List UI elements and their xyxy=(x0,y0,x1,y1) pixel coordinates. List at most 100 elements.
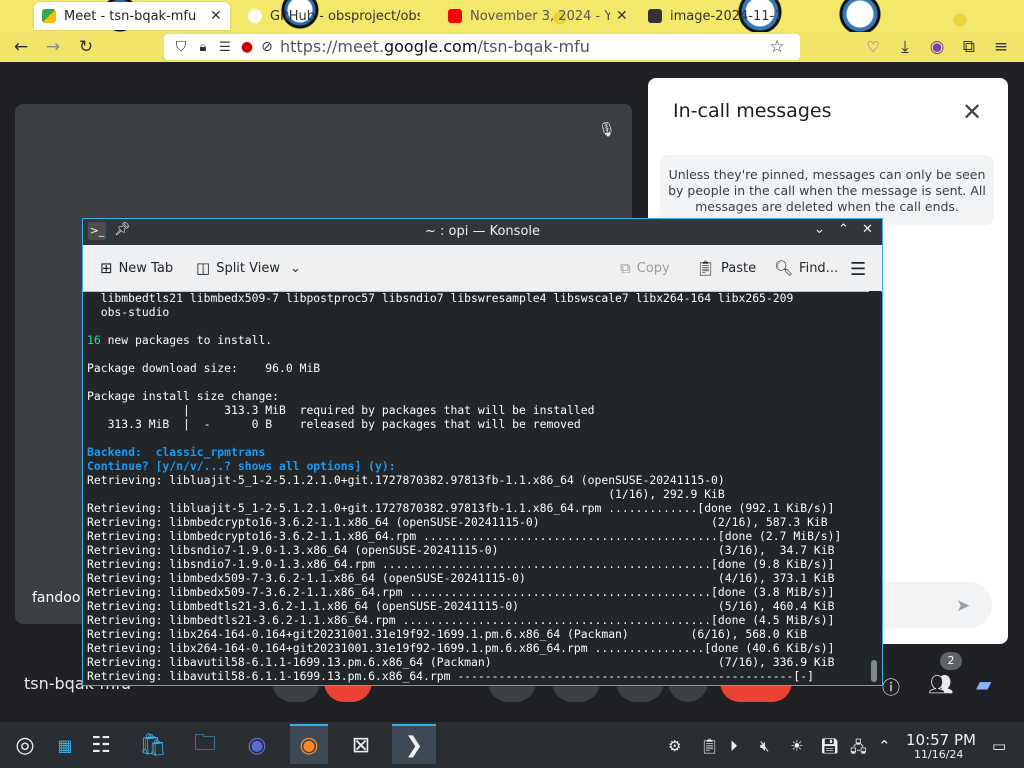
tab-title: image-2024-11-16 xyxy=(670,8,780,24)
volume-muted-icon[interactable]: 🔇︎ xyxy=(760,737,769,755)
terminal-line: 16 new packages to install. xyxy=(87,333,273,347)
tab-title: Meet - tsn-bqak-mfu xyxy=(64,8,197,24)
bookmark-star-icon[interactable]: ☆ xyxy=(766,36,788,58)
minimize-icon[interactable]: ⌄ xyxy=(814,222,825,237)
copy-icon: ⧉ xyxy=(620,259,631,277)
account-icon[interactable]: ◉ xyxy=(926,36,948,58)
split-view-button[interactable]: ◫ Split View ⌄ xyxy=(196,259,301,277)
copy-label: Copy xyxy=(636,260,670,276)
terminal-line: Retrieving: libmbedtls21-3.6.2-1.1.x86_6… xyxy=(87,599,835,613)
storage-icon[interactable]: 💾︎ xyxy=(820,737,839,755)
clock-time[interactable]: 10:57 PM xyxy=(906,731,976,749)
send-icon[interactable]: ➤ xyxy=(956,596,970,616)
people-icon[interactable]: 👥︎ xyxy=(928,672,953,696)
show-hidden-icons[interactable]: ⌃ xyxy=(878,737,891,755)
shield-icon[interactable]: ⛉ xyxy=(170,36,192,58)
terminal-line: Retrieving: libavutil58-6.1.1-1699.13.pm… xyxy=(87,655,835,669)
firefox-dev-icon[interactable]: ◉ xyxy=(238,726,276,764)
clock-date[interactable]: 11/16/24 xyxy=(914,748,963,761)
terminal-line: Retrieving: libavutil58-6.1.1-1699.13.pm… xyxy=(87,669,814,683)
desktop-pager-icon[interactable]: ▦ xyxy=(46,726,84,764)
close-panel-icon[interactable]: ✕ xyxy=(962,98,982,126)
tab-github[interactable]: GitHub - obsproject/obs-st xyxy=(240,2,430,30)
participant-name: fandoo xyxy=(32,590,81,606)
mic-off-icon: 🎙︎ xyxy=(598,122,616,138)
image-icon xyxy=(648,9,662,23)
back-icon[interactable]: ← xyxy=(10,36,32,58)
terminal-line: obs-studio xyxy=(87,305,170,319)
terminal-line: (1/16), 292.9 KiB xyxy=(87,487,725,501)
scrollbar-thumb[interactable] xyxy=(871,660,877,682)
tab-title: November 3, 2024 - Yo xyxy=(470,8,610,24)
extensions-icon[interactable]: ⧉ xyxy=(958,36,980,58)
youtube-icon xyxy=(448,9,462,23)
search-icon: 🔍︎ xyxy=(774,259,794,277)
find-button[interactable]: 🔍︎ Find... xyxy=(774,259,838,277)
chat-icon[interactable]: ▰ xyxy=(976,672,991,696)
konsole-title: ~ : opi — Konsole xyxy=(424,224,541,239)
split-view-label: Split View xyxy=(216,260,280,276)
close-tab-icon[interactable]: ✕ xyxy=(210,8,222,24)
terminal-line: Retrieving: libmbedcrypto16-3.6.2-1.1.x8… xyxy=(87,515,828,529)
system-settings-icon[interactable]: ☷ xyxy=(82,726,120,764)
terminal-line: Retrieving: libsndio7-1.9.0-1.3.x86_64 (… xyxy=(87,543,835,557)
show-desktop-icon[interactable]: ▭ xyxy=(992,737,1006,755)
downloads-icon[interactable]: ⤓ xyxy=(894,36,916,58)
terminal-line: Retrieving: libmbedx509-7-3.6.2-1.1.x86_… xyxy=(87,571,835,585)
tab-image[interactable]: image-2024-11-16 xyxy=(640,2,790,30)
clipboard-icon[interactable]: 📋︎ xyxy=(700,737,719,755)
media-player-icon[interactable]: ⏵ xyxy=(730,737,738,755)
brightness-icon[interactable]: ☀︎ xyxy=(790,737,803,755)
new-tab-icon: ⊞ xyxy=(100,259,113,277)
close-window-icon[interactable]: ✕ xyxy=(862,222,873,237)
new-tab-button[interactable]: ⊞ New Tab xyxy=(100,259,173,277)
tab-meet[interactable]: Meet - tsn-bqak-mfu ✕ xyxy=(34,2,230,30)
discover-icon[interactable]: 🛍︎ xyxy=(134,726,172,764)
permissions-icon[interactable]: ☰ xyxy=(214,36,236,58)
paste-button[interactable]: 📋︎ Paste xyxy=(696,259,756,277)
network-icon[interactable]: 🖧︎ xyxy=(850,737,867,762)
terminal-line: 313.3 MiB | - 0 B released by packages t… xyxy=(87,417,581,431)
close-tab-icon[interactable]: ✕ xyxy=(616,8,628,24)
info-icon[interactable]: ⓘ xyxy=(882,674,900,700)
image-viewer-icon[interactable]: ⊠ xyxy=(342,726,380,764)
hamburger-menu-icon[interactable]: ☰ xyxy=(850,259,866,280)
reload-icon[interactable]: ↻ xyxy=(75,36,97,58)
terminal-line: Backend: classic_rpmtrans xyxy=(87,445,266,459)
messages-notice: Unless they're pinned, messages can only… xyxy=(660,155,994,225)
split-view-icon: ◫ xyxy=(196,259,211,277)
lock-icon[interactable]: 🔒︎ xyxy=(192,36,214,58)
paste-label: Paste xyxy=(721,260,757,276)
new-tab-label: New Tab xyxy=(118,260,174,276)
terminal-line: Retrieving: libluajit-5_1-2-5.1.2.1.0+gi… xyxy=(87,501,835,515)
firefox-icon[interactable]: ◉ xyxy=(290,724,328,764)
terminal-line: Retrieving: libx264-164-0.164+git2023100… xyxy=(87,641,835,655)
url-text[interactable]: https://meet.google.com/tsn-bqak-mfu xyxy=(280,37,590,56)
tab-youtube[interactable]: November 3, 2024 - Yo ✕ xyxy=(440,2,630,30)
tab-title: GitHub - obsproject/obs-st xyxy=(270,8,420,24)
terminal-scrollbar[interactable] xyxy=(869,291,881,683)
google-meet-icon xyxy=(42,9,56,23)
terminal-line: Retrieving: libmbedtls21-3.6.2-1.1.x86_6… xyxy=(87,613,835,627)
menu-icon[interactable]: ≡ xyxy=(990,36,1012,58)
terminal-output[interactable]: libmbedtls21 libmbedx509-7 libpostproc57… xyxy=(85,291,869,683)
forward-icon[interactable]: → xyxy=(42,36,64,58)
terminal-line: | 313.3 MiB required by packages that wi… xyxy=(87,403,595,417)
pocket-icon[interactable]: ♡ xyxy=(862,36,884,58)
terminal-line: Continue? [y/n/v/...? shows all options]… xyxy=(87,459,396,473)
application-launcher-icon[interactable]: ◎ xyxy=(6,726,44,764)
network-share-icon[interactable]: ⚙︎ xyxy=(668,737,681,755)
dolphin-icon[interactable]: 🗀 xyxy=(186,726,224,764)
microphone-icon[interactable]: ● xyxy=(236,36,258,58)
terminal-line: Retrieving: libmbedcrypto16-3.6.2-1.1.x8… xyxy=(87,529,842,543)
copy-button[interactable]: ⧉ Copy xyxy=(620,259,670,277)
github-icon xyxy=(248,9,262,23)
maximize-icon[interactable]: ⌃ xyxy=(838,222,849,237)
terminal-line: Retrieving: libluajit-5_1-2-5.1.2.1.0+gi… xyxy=(87,473,725,487)
camera-blocked-icon[interactable]: ⊘ xyxy=(256,36,278,58)
terminal-text: libmbedtls21 libmbedx509-7 libpostproc57… xyxy=(85,291,869,683)
konsole-task-icon[interactable]: ❯ xyxy=(392,724,436,764)
terminal-line: Package install size change: xyxy=(87,389,280,403)
